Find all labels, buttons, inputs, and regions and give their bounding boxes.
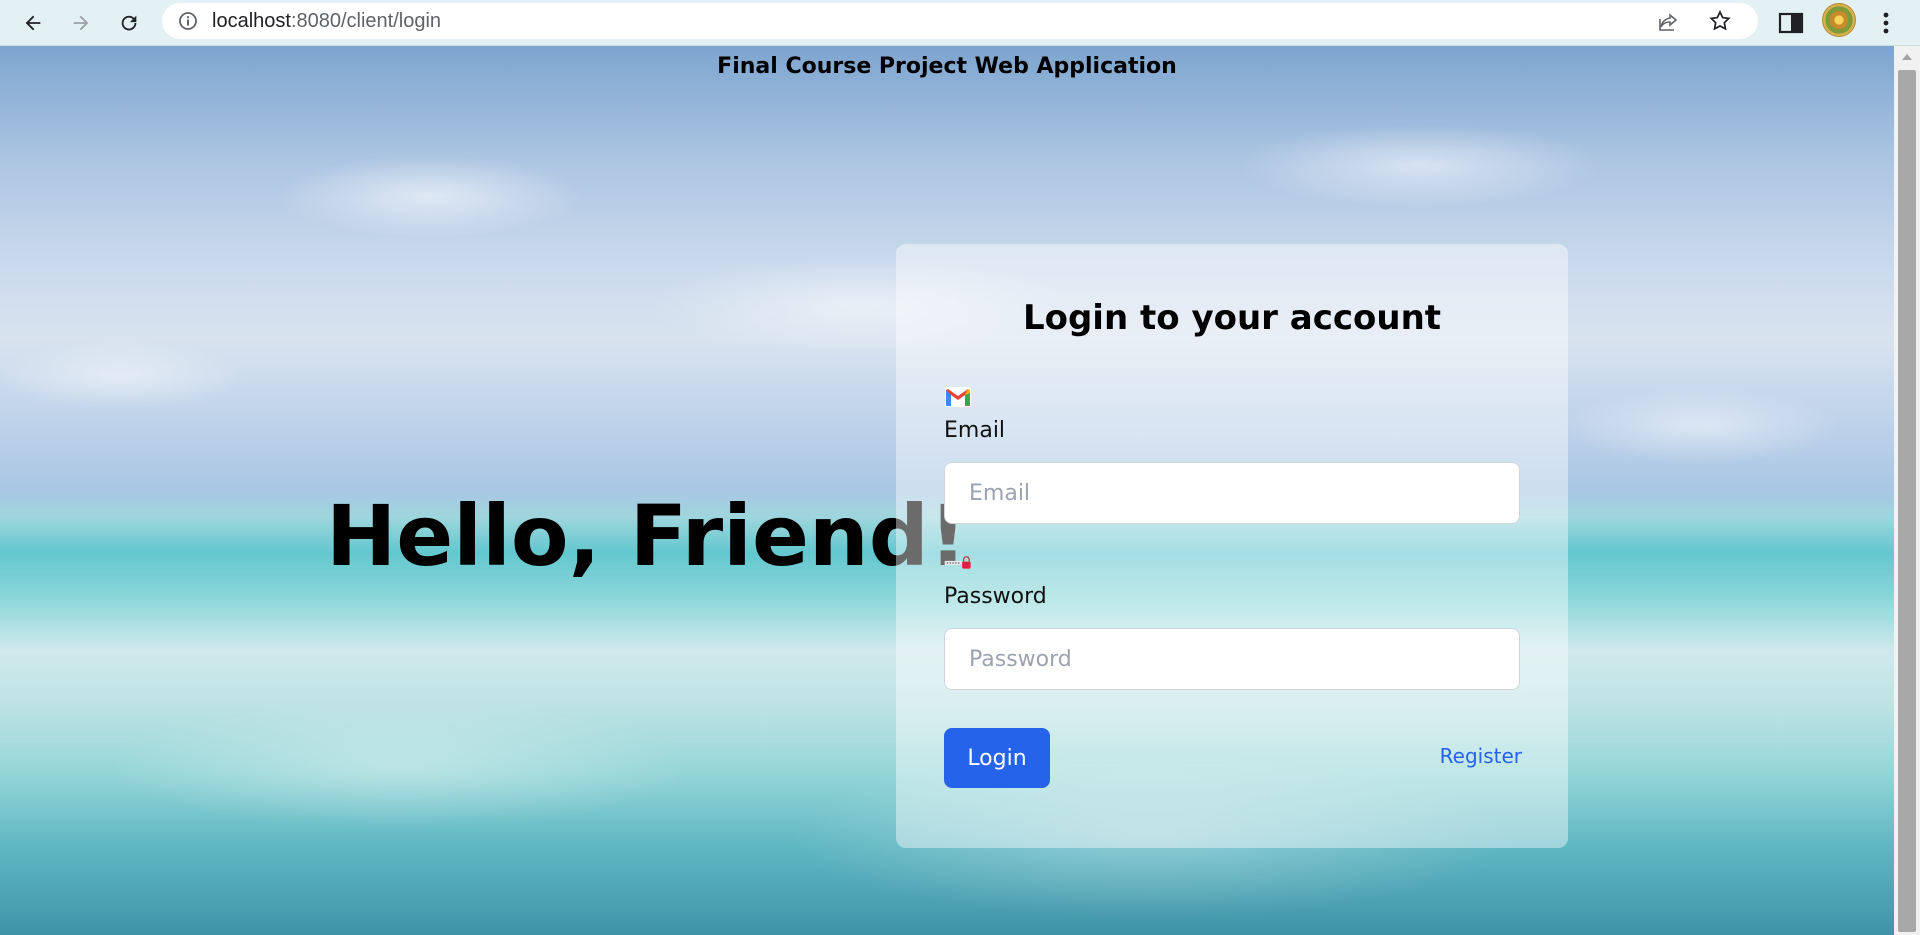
url-path: :8080/client/login xyxy=(290,10,442,32)
login-title: Login to your account xyxy=(1022,298,1442,338)
arrow-right-icon xyxy=(73,15,89,31)
browser-toolbar: localhost:8080/client/login xyxy=(0,0,1920,46)
login-card: Login to your account Email Password Log… xyxy=(896,244,1568,848)
side-panel-icon[interactable] xyxy=(1776,8,1806,38)
password-input[interactable] xyxy=(944,628,1520,690)
gmail-icon xyxy=(945,387,971,407)
email-label: Email xyxy=(944,418,1006,443)
site-title: Final Course Project Web Application xyxy=(717,54,1177,79)
share-icon[interactable] xyxy=(1656,10,1680,34)
page-background: Final Course Project Web Application Hel… xyxy=(0,46,1894,935)
password-label: Password xyxy=(944,584,1047,609)
scroll-up-arrow-icon[interactable] xyxy=(1902,54,1912,60)
arrow-left-icon xyxy=(25,15,41,31)
login-button[interactable]: Login xyxy=(944,728,1050,788)
hero-greeting: Hello, Friend! xyxy=(326,487,968,585)
back-button[interactable] xyxy=(16,6,50,40)
reload-icon xyxy=(121,15,137,31)
scrollbar-thumb[interactable] xyxy=(1898,70,1916,932)
forward-button[interactable] xyxy=(64,6,98,40)
vertical-scrollbar[interactable] xyxy=(1894,46,1920,935)
email-input[interactable] xyxy=(944,462,1520,524)
url-host: localhost xyxy=(212,10,291,32)
register-link[interactable]: Register xyxy=(1440,744,1522,768)
reload-button[interactable] xyxy=(112,6,146,40)
kebab-menu-icon[interactable] xyxy=(1874,6,1898,40)
address-bar[interactable]: localhost:8080/client/login xyxy=(162,3,1758,39)
info-icon[interactable] xyxy=(178,11,198,31)
url-text: localhost:8080/client/login xyxy=(212,11,441,31)
profile-avatar[interactable] xyxy=(1822,3,1856,37)
password-lock-icon xyxy=(944,556,971,569)
star-icon[interactable] xyxy=(1708,9,1732,33)
